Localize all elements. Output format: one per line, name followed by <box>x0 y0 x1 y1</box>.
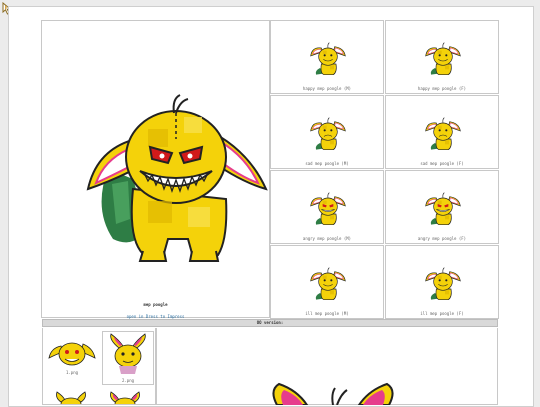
pose-cell[interactable]: sad mep poogle (M) <box>270 95 384 169</box>
oo-large-preview <box>156 328 498 405</box>
pose-cell[interactable]: happy mep poogle (F) <box>385 20 499 94</box>
oo-thumb-1-caption: 1.png <box>65 370 79 375</box>
main-preview-cell: mep poogle open in Dress to Impress <box>41 20 270 319</box>
pose-caption: angry mep poogle (M) <box>302 236 352 241</box>
pose-caption: angry mep poogle (F) <box>417 236 467 241</box>
pose-cell[interactable]: happy mep poogle (M) <box>270 20 384 94</box>
poogle-oo-thumb-1-image <box>48 342 96 366</box>
pose-cell[interactable]: angry mep poogle (F) <box>385 170 499 244</box>
poogle-angry-large-image <box>86 94 268 262</box>
poogle-pose-image <box>425 117 461 150</box>
poogle-pose-image <box>310 117 346 150</box>
poogle-oo-thumb-2-image <box>110 333 146 374</box>
oo-thumb-1[interactable]: 1.png <box>47 332 97 378</box>
pose-caption: sad mep poogle (M) <box>305 161 349 166</box>
poogle-oo-thumb-4-image <box>110 391 140 404</box>
poogle-oo-thumb-3-image <box>56 391 86 404</box>
pose-caption: happy mep poogle (M) <box>302 86 352 91</box>
poogle-pose-image <box>425 192 461 225</box>
pose-cell[interactable]: ill mep poogle (F) <box>385 245 499 319</box>
poogle-pose-image <box>310 42 346 75</box>
pose-caption: ill mep poogle (F) <box>420 311 464 316</box>
poogle-oo-large-image <box>272 382 394 405</box>
oo-thumb-2-caption: 2.png <box>121 378 135 383</box>
poogle-pose-image <box>425 267 461 300</box>
oo-version-header: OO version: <box>42 319 498 327</box>
pose-caption: ill mep poogle (M) <box>305 311 349 316</box>
poogle-pose-image <box>425 42 461 75</box>
oo-thumbs-column: 1.png 2.png <box>42 328 156 405</box>
pose-cell[interactable]: angry mep poogle (M) <box>270 170 384 244</box>
poogle-pose-image <box>310 267 346 300</box>
pose-caption: sad mep poogle (F) <box>420 161 464 166</box>
poogle-pose-image <box>310 192 346 225</box>
pet-name-label: mep poogle <box>143 302 168 307</box>
oo-thumb-2[interactable]: 2.png <box>102 331 154 385</box>
pose-caption: happy mep poogle (F) <box>417 86 467 91</box>
pose-cell[interactable]: ill mep poogle (M) <box>270 245 384 319</box>
pose-cell[interactable]: sad mep poogle (F) <box>385 95 499 169</box>
